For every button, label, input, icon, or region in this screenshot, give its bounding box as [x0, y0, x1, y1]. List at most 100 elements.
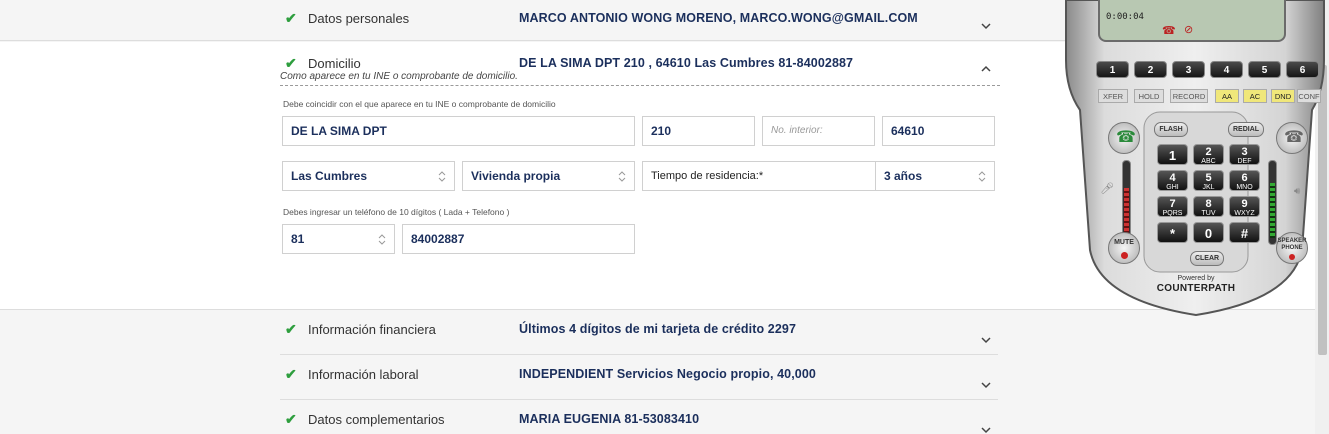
section-title: Domicilio — [308, 56, 361, 71]
hold-button[interactable]: HOLD — [1134, 89, 1164, 103]
zip-field[interactable]: 64610 — [882, 116, 995, 146]
dial-key-letters: PQRS — [1162, 210, 1183, 217]
chevron-down-icon[interactable] — [980, 423, 992, 434]
check-icon: ✔ — [285, 10, 297, 26]
section-datos-complementarios[interactable]: ✔ Datos complementarios MARIA EUGENIA 81… — [280, 401, 998, 434]
phone-hangup-icon: ☎ — [1284, 129, 1304, 146]
counterpath-logo: COUNTERPATH — [1156, 283, 1236, 294]
call-button[interactable]: ☎ — [1108, 122, 1140, 154]
dial-key[interactable]: 6 MNO — [1229, 170, 1260, 191]
lada-select[interactable]: 81 — [282, 224, 395, 254]
dial-key[interactable]: 4 GHI — [1157, 170, 1188, 191]
street-field[interactable]: DE LA SIMA DPT — [282, 116, 635, 146]
select-arrows-icon — [978, 171, 986, 182]
dial-key-digit: * — [1169, 226, 1176, 241]
chevron-down-icon[interactable] — [980, 19, 992, 31]
section-domicilio[interactable]: ✔ Domicilio DE LA SIMA DPT 210 , 64610 L… — [280, 45, 998, 89]
dial-key[interactable]: * — [1157, 222, 1188, 243]
dial-key[interactable]: # — [1229, 222, 1260, 243]
ext-number-field[interactable]: 210 — [642, 116, 755, 146]
powered-by-text: Powered by — [1177, 275, 1215, 282]
dial-key[interactable]: 3 DEF — [1229, 144, 1260, 165]
dial-key[interactable]: 7 PQRS — [1157, 196, 1188, 217]
section-informacion-laboral[interactable]: ✔ Información laboral INDEPENDIENT Servi… — [280, 356, 998, 400]
int-number-field[interactable]: No. interior: — [762, 116, 875, 146]
residence-label: Tiempo de residencia:* — [642, 161, 876, 191]
dnd-button[interactable]: DND — [1271, 89, 1295, 103]
select-arrows-icon — [618, 171, 626, 182]
dial-key[interactable]: 0 — [1193, 222, 1224, 243]
line-5-button[interactable]: 5 — [1248, 61, 1281, 78]
speaker-label: SPEAKER — [1277, 238, 1307, 244]
dial-key-letters: ABC — [1201, 158, 1216, 165]
dial-key[interactable]: 5 JKL — [1193, 170, 1224, 191]
check-icon: ✔ — [285, 411, 297, 427]
clear-button[interactable]: CLEAR — [1190, 251, 1224, 266]
select-arrows-icon — [438, 171, 446, 182]
dial-key-letters: DEF — [1237, 158, 1252, 165]
dial-key[interactable]: 2 ABC — [1193, 144, 1224, 165]
dial-key[interactable]: 1 — [1157, 144, 1188, 165]
chevron-down-icon[interactable] — [980, 333, 992, 345]
dial-key-digit: 4 — [1169, 172, 1176, 184]
check-icon: ✔ — [285, 55, 297, 71]
flash-button[interactable]: FLASH — [1154, 122, 1188, 137]
hangup-button[interactable]: ☎ — [1276, 122, 1308, 154]
chevron-up-icon[interactable] — [980, 62, 992, 74]
section-summary: INDEPENDIENT Servicios Negocio propio, 4… — [519, 367, 816, 381]
phone-field[interactable]: 84002887 — [402, 224, 635, 254]
dial-key-digit: 1 — [1168, 148, 1177, 163]
check-icon: ✔ — [285, 321, 297, 337]
speaker-icon: 🔊︎ — [1294, 186, 1301, 197]
conf-button[interactable]: CONF — [1297, 89, 1321, 103]
colonia-select[interactable]: Las Cumbres — [282, 161, 455, 191]
section-summary: MARIA EUGENIA 81-53083410 — [519, 412, 700, 426]
speakerphone-button[interactable]: SPEAKER PHONE — [1276, 232, 1308, 264]
section-datos-personales[interactable]: ✔ Datos personales MARCO ANTONIO WONG MO… — [280, 0, 998, 44]
dial-key-letters: GHI — [1166, 184, 1179, 191]
line-3-button[interactable]: 3 — [1172, 61, 1205, 78]
softphone-display: 0:00:04 ☎ ⊘ — [1098, 0, 1286, 42]
dial-key-digit: 5 — [1205, 172, 1212, 184]
dial-key-letters: JKL — [1202, 184, 1215, 191]
mute-button[interactable]: MUTE — [1108, 232, 1140, 264]
phone-note: Debes ingresar un teléfono de 10 dígitos… — [283, 207, 510, 217]
redial-button[interactable]: REDIAL — [1228, 122, 1264, 137]
mute-label: MUTE — [1114, 239, 1134, 246]
line-1-button[interactable]: 1 — [1096, 61, 1129, 78]
housing-type-value: Vivienda propia — [471, 169, 561, 183]
record-button[interactable]: RECORD — [1170, 89, 1208, 103]
dial-key-digit: 8 — [1205, 198, 1212, 210]
xfer-button[interactable]: XFER — [1098, 89, 1128, 103]
dial-key[interactable]: 9 WXYZ — [1229, 196, 1260, 217]
section-informacion-financiera[interactable]: ✔ Información financiera Últimos 4 dígit… — [280, 311, 998, 355]
ac-button[interactable]: AC — [1243, 89, 1267, 103]
domicilio-hint: Como aparece en tu INE o comprobante de … — [280, 71, 518, 82]
mute-led — [1121, 252, 1128, 259]
section-title: Datos complementarios — [308, 412, 445, 427]
line-4-button[interactable]: 4 — [1210, 61, 1243, 78]
dial-key-digit: 7 — [1169, 198, 1176, 210]
dial-key-digit: 2 — [1205, 146, 1212, 158]
divider — [280, 85, 1000, 86]
dial-key-letters: TUV — [1201, 210, 1216, 217]
phone-label: PHONE — [1281, 245, 1303, 251]
dial-key-letters: WXYZ — [1234, 210, 1255, 217]
dial-key-digit: 3 — [1241, 146, 1248, 158]
dial-key-digit: # — [1240, 226, 1249, 241]
residence-select[interactable]: 3 años — [875, 161, 995, 191]
mic-icon: 🎤︎ — [1100, 183, 1114, 195]
section-summary: DE LA SIMA DPT 210 , 64610 Las Cumbres 8… — [519, 56, 854, 70]
call-timer: 0:00:04 — [1106, 12, 1144, 22]
dial-key[interactable]: 8 TUV — [1193, 196, 1224, 217]
line-2-button[interactable]: 2 — [1134, 61, 1167, 78]
line-6-button[interactable]: 6 — [1286, 61, 1319, 78]
aa-button[interactable]: AA — [1215, 89, 1239, 103]
section-title: Datos personales — [308, 11, 410, 26]
phone-answer-icon: ☎ — [1116, 129, 1136, 146]
speaker-level-meter — [1268, 160, 1277, 245]
colonia-value: Las Cumbres — [291, 169, 368, 183]
housing-type-select[interactable]: Vivienda propia — [462, 161, 635, 191]
chevron-down-icon[interactable] — [980, 378, 992, 390]
address-note: Debe coincidir con el que aparece en tu … — [283, 99, 556, 109]
